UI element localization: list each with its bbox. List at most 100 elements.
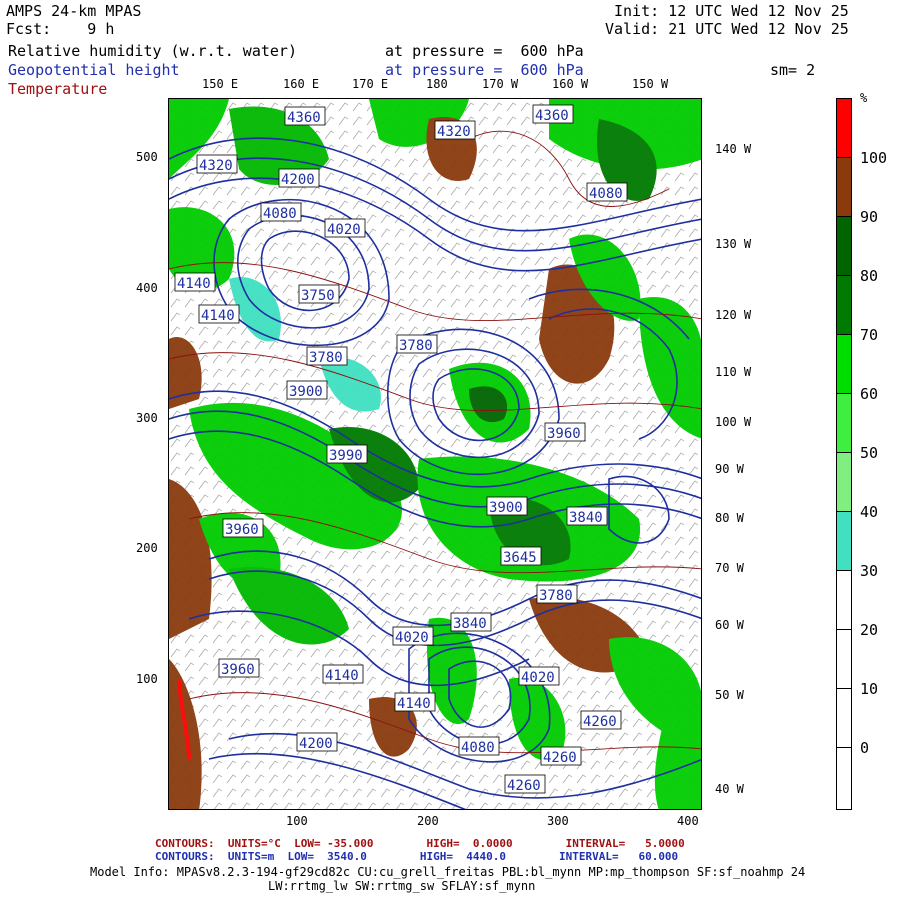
model-info: Model Info: MPASv8.2.3-194-gf29cd82c CU:… bbox=[90, 865, 806, 879]
colorbar-unit: % bbox=[860, 91, 868, 105]
height-label: 3900 bbox=[286, 380, 328, 400]
height-label: 3990 bbox=[326, 444, 368, 464]
colorbar-label: 100 bbox=[860, 149, 888, 167]
model-title: AMPS 24-km MPAS bbox=[6, 2, 142, 20]
svg-text:4140: 4140 bbox=[201, 308, 235, 324]
colorbar-label: 90 bbox=[860, 208, 879, 226]
lon-label-top: 150 E bbox=[202, 77, 239, 91]
field-rh-name: Relative humidity (w.r.t. water) bbox=[8, 42, 297, 60]
y-tick-label: 100 bbox=[136, 672, 158, 686]
colorbar-segment bbox=[837, 630, 851, 689]
height-label: 4080 bbox=[458, 736, 500, 756]
height-label: 4080 bbox=[260, 202, 302, 222]
lon-label-right: 40 W bbox=[715, 782, 744, 796]
model-info-2: LW:rrtmg_lw SW:rrtmg_sw SFLAY:sf_mynn bbox=[268, 879, 536, 893]
svg-text:4140: 4140 bbox=[177, 276, 211, 292]
lon-label-right: 60 W bbox=[715, 618, 744, 632]
colorbar-segment bbox=[837, 394, 851, 453]
x-tick-label: 200 bbox=[417, 814, 439, 828]
height-label: 4320 bbox=[196, 154, 238, 174]
colorbar-label: 30 bbox=[860, 562, 879, 580]
lon-label-right: 120 W bbox=[715, 308, 752, 322]
colorbar-segment bbox=[837, 276, 851, 335]
svg-text:4320: 4320 bbox=[437, 124, 471, 140]
lon-label-right: 140 W bbox=[715, 142, 752, 156]
height-label: 4260 bbox=[580, 710, 622, 730]
colorbar-label: 60 bbox=[860, 385, 879, 403]
height-label: 3960 bbox=[219, 657, 259, 676]
lon-label-top: 160 E bbox=[283, 77, 320, 91]
colorbar-label: 0 bbox=[860, 739, 870, 757]
lon-label-right: 100 W bbox=[715, 415, 752, 429]
height-label: 4260 bbox=[540, 746, 582, 766]
svg-text:4200: 4200 bbox=[281, 172, 315, 188]
svg-text:4200: 4200 bbox=[299, 736, 333, 752]
colorbar-label: 40 bbox=[860, 503, 879, 521]
svg-text:4260: 4260 bbox=[507, 778, 541, 794]
height-label: 3960 bbox=[222, 518, 264, 538]
svg-text:4260: 4260 bbox=[543, 750, 577, 766]
colorbar-label: 50 bbox=[860, 444, 879, 462]
height-label: 4360 bbox=[284, 106, 326, 126]
height-label: 4140 bbox=[387, 703, 427, 722]
lon-label-top: 150 W bbox=[632, 77, 669, 91]
svg-text:4080: 4080 bbox=[263, 206, 297, 222]
lon-label-top: 180 bbox=[426, 77, 448, 91]
colorbar-segment bbox=[837, 748, 851, 809]
y-tick-label: 200 bbox=[136, 541, 158, 555]
colorbar-segment bbox=[837, 158, 851, 217]
svg-text:4080: 4080 bbox=[589, 186, 623, 202]
valid-time: Valid: 21 UTC Wed 12 Nov 25 bbox=[605, 20, 849, 38]
init-time: Init: 12 UTC Wed 12 Nov 25 bbox=[614, 2, 849, 20]
height-label: 3645 bbox=[500, 546, 542, 566]
svg-text:3780: 3780 bbox=[309, 350, 343, 366]
svg-text:3960: 3960 bbox=[547, 426, 581, 442]
height-label: 4140 bbox=[198, 304, 240, 324]
colorbar-segment bbox=[837, 689, 851, 748]
svg-text:4360: 4360 bbox=[287, 110, 321, 126]
colorbar-label: 10 bbox=[860, 680, 879, 698]
weather-map[interactable]: 4360 4320 4360 4320 4200 4080 4020 4080 … bbox=[168, 98, 702, 810]
svg-text:4320: 4320 bbox=[199, 158, 233, 174]
colorbar-segment bbox=[837, 217, 851, 276]
lon-label-right: 110 W bbox=[715, 365, 752, 379]
height-label: 4080 bbox=[586, 182, 628, 202]
svg-text:3990: 3990 bbox=[329, 448, 363, 464]
lon-label-top: 170 E bbox=[352, 77, 389, 91]
height-label: 4200 bbox=[296, 732, 338, 752]
colorbar bbox=[836, 98, 852, 810]
lon-label-right: 90 W bbox=[715, 462, 744, 476]
map-svg: 4360 4320 4360 4320 4200 4080 4020 4080 … bbox=[169, 99, 701, 809]
lon-label-top: 160 W bbox=[552, 77, 589, 91]
height-label: 3750 bbox=[298, 284, 340, 304]
height-label: 3780 bbox=[477, 493, 517, 512]
lon-label-right: 80 W bbox=[715, 511, 744, 525]
height-label: 4140 bbox=[322, 664, 364, 684]
svg-text:3750: 3750 bbox=[301, 288, 335, 304]
svg-text:3840: 3840 bbox=[569, 510, 603, 526]
field-height-name: Geopotential height bbox=[8, 61, 180, 79]
x-tick-label: 100 bbox=[286, 814, 308, 828]
svg-text:4140: 4140 bbox=[325, 668, 359, 684]
x-tick-label: 300 bbox=[547, 814, 569, 828]
svg-text:4360: 4360 bbox=[535, 108, 569, 124]
height-contour-info: CONTOURS: UNITS=m LOW= 3540.0 HIGH= 4440… bbox=[155, 850, 679, 863]
svg-text:3645: 3645 bbox=[503, 550, 537, 566]
height-label: 4320 bbox=[434, 120, 476, 140]
y-tick-label: 300 bbox=[136, 411, 158, 425]
lon-label-right: 70 W bbox=[715, 561, 744, 575]
y-tick-label: 400 bbox=[136, 281, 158, 295]
height-label: 3780 bbox=[306, 346, 348, 366]
svg-text:3900: 3900 bbox=[289, 384, 323, 400]
lon-label-right: 50 W bbox=[715, 688, 744, 702]
field-height-level: at pressure = 600 hPa bbox=[385, 61, 584, 79]
colorbar-segment bbox=[837, 571, 851, 630]
colorbar-segment bbox=[837, 335, 851, 394]
height-label: 3840 bbox=[450, 612, 492, 632]
y-tick-label: 500 bbox=[136, 150, 158, 164]
height-label: 3780 bbox=[536, 584, 578, 604]
height-label: 4260 bbox=[504, 774, 546, 794]
temp-contour-info: CONTOURS: UNITS=°C LOW= -35.000 HIGH= 0.… bbox=[155, 837, 685, 850]
colorbar-label: 80 bbox=[860, 267, 879, 285]
svg-text:4020: 4020 bbox=[327, 222, 361, 238]
